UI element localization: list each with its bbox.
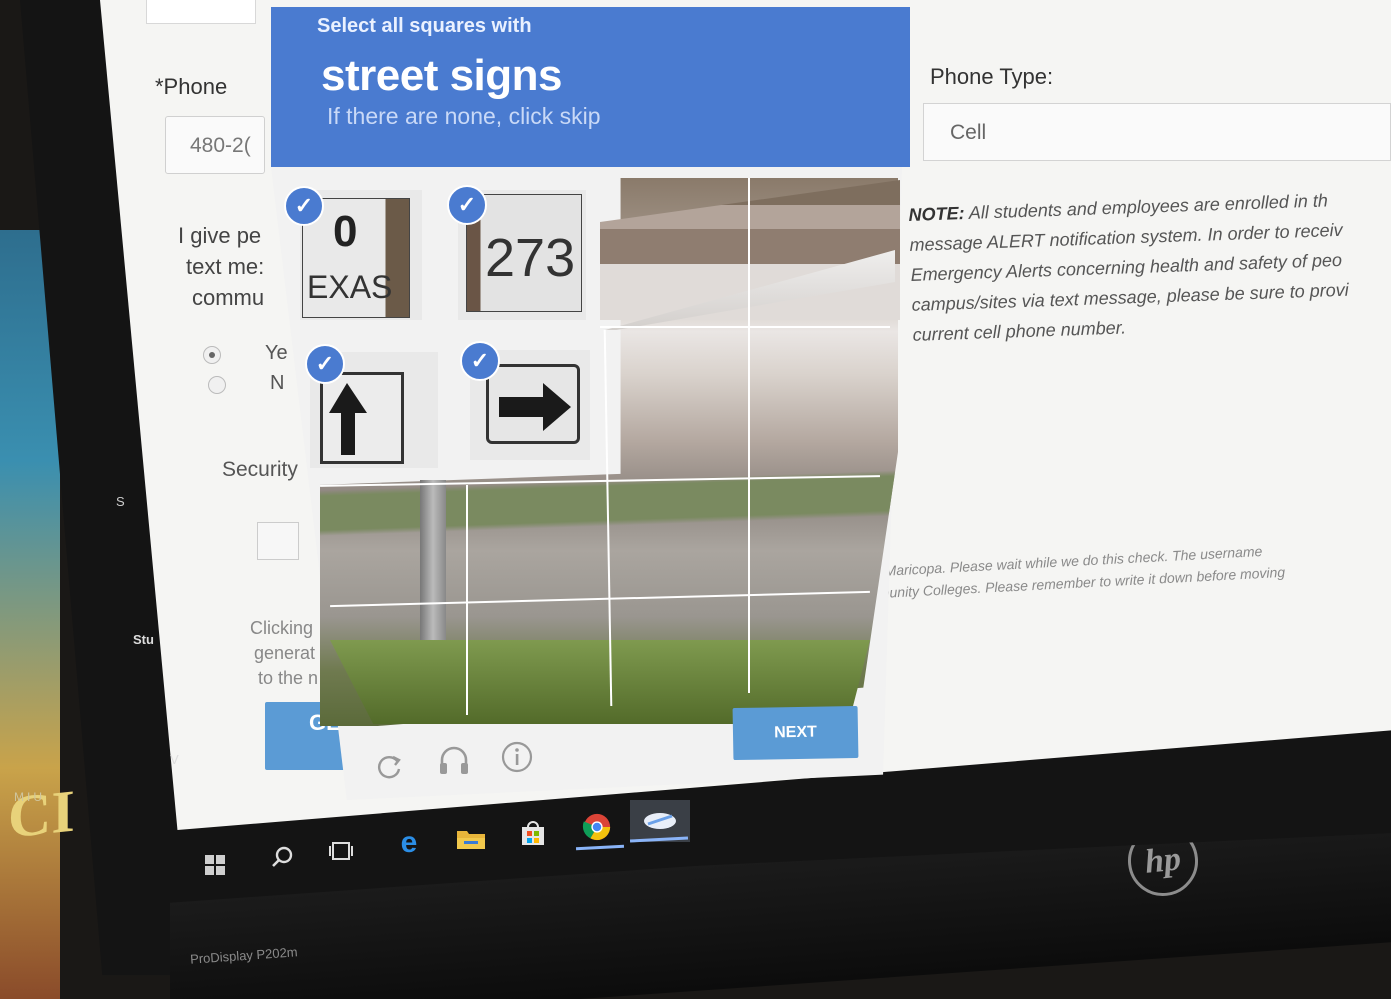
poster-text: CI [8,777,75,851]
audio-icon[interactable] [437,744,471,778]
captcha-header: Select all squares with street signs If … [271,7,910,167]
desktop-icon-label: V [170,752,179,767]
up-arrow-icon [329,383,367,455]
info-icon[interactable] [500,740,534,774]
tile-grid-line [748,178,750,693]
consent-no-radio[interactable] [208,376,226,394]
search-icon[interactable] [268,842,298,872]
phone-type-select[interactable]: Cell [923,103,1391,161]
tile-checkmark-icon: ✓ [447,185,487,225]
reload-icon[interactable] [372,750,406,784]
tile-checkmark-icon: ✓ [284,186,324,226]
texas-sign-text: EXAS [307,269,393,305]
captcha-instruction: Select all squares with [317,15,532,37]
right-arrow-icon [499,383,571,431]
store-icon[interactable] [518,818,548,848]
windows-start-icon[interactable] [200,850,230,880]
phone-label: *Phone [155,74,228,99]
tile-checkmark-icon: ✓ [460,341,500,381]
tile-grid-line [600,326,890,328]
right-arrow-sign-image [486,364,580,444]
top-field[interactable] [146,0,256,24]
tile-checkmark-icon: ✓ [305,344,345,384]
up-arrow-sign-image [320,372,404,464]
texas-sign-number: 0 [333,207,358,256]
chrome-icon[interactable] [582,812,612,842]
route-sign-number: 273 [485,228,576,288]
app-icon[interactable] [630,800,690,842]
edge-icon[interactable]: e [394,826,424,859]
next-button[interactable]: NEXT [732,705,859,761]
note-text: NOTE: All students and employees are enr… [908,183,1391,350]
phone-type-label: Phone Type: [930,64,1054,89]
note-bold: NOTE: [908,203,965,225]
consent-yes-radio[interactable] [203,346,221,364]
captcha-target: street signs [321,51,562,100]
tile-grid-line [466,485,468,715]
captcha-hint: If there are none, click skip [327,103,601,129]
desktop-icon-label: Stu [133,632,154,647]
poster-small-text: MIU [14,790,45,804]
file-explorer-icon[interactable] [456,824,486,854]
task-view-icon[interactable] [326,836,356,866]
desktop-icon-label: S [116,494,125,509]
